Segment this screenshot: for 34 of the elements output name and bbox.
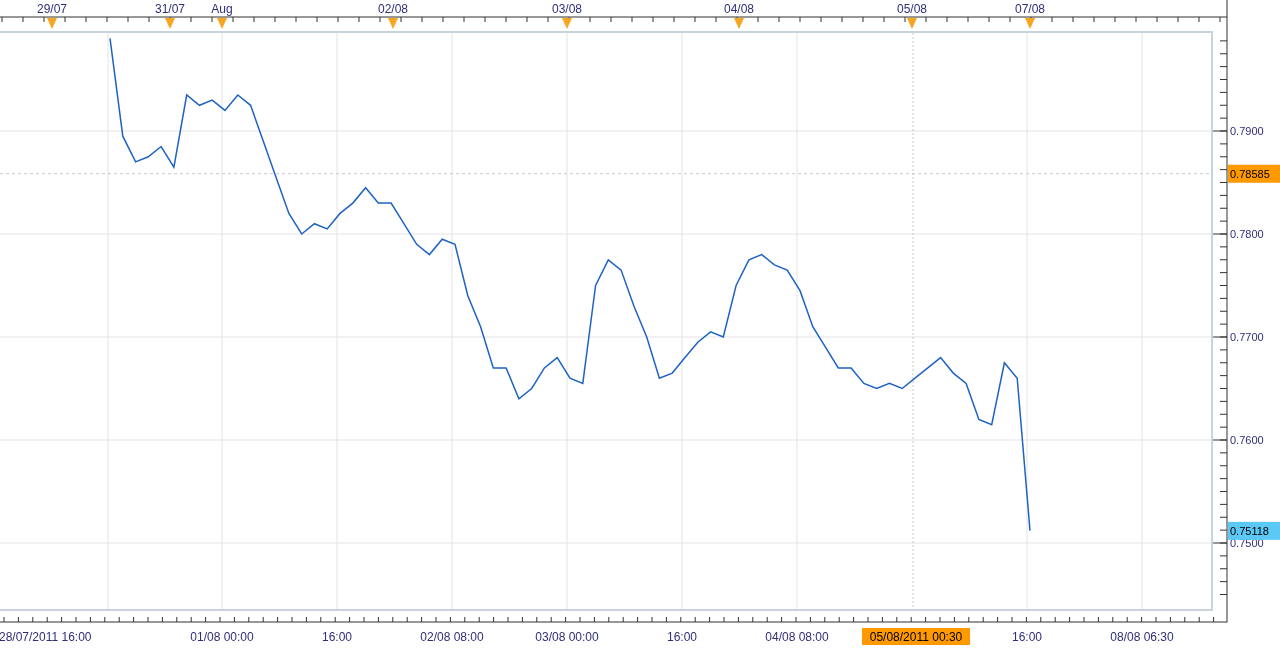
time-tick-label: 28/07/2011 16:00 (0, 630, 92, 644)
time-tick-label: 04/08 08:00 (765, 630, 829, 644)
time-tick-label: 16:00 (667, 630, 697, 644)
date-marker-label: 07/08 (1015, 2, 1045, 16)
price-tick-label: 0.7800 (1230, 228, 1264, 240)
price-tick-label: 0.7600 (1230, 434, 1264, 446)
triangle-marker-icon (388, 18, 398, 29)
time-tick-label: 03/08 00:00 (535, 630, 599, 644)
time-tick-label: 16:00 (322, 630, 352, 644)
time-tick-label: 16:00 (1012, 630, 1042, 644)
price-tick-label: 0.7500 (1230, 537, 1264, 549)
date-marker-label: Aug (211, 2, 233, 16)
time-tick-label: 02/08 08:00 (420, 630, 484, 644)
triangle-marker-icon (217, 18, 227, 29)
ref-line-label: 0.78585 (1230, 167, 1270, 180)
triangle-marker-icon (907, 18, 917, 29)
date-marker-label: 02/08 (378, 2, 408, 16)
triangle-marker-icon (47, 18, 57, 29)
price-tick-label: 0.7900 (1230, 125, 1264, 137)
triangle-marker-icon (562, 18, 572, 29)
time-tick-label: 08/08 06:30 (1110, 630, 1174, 644)
date-marker-label: 05/08 (897, 2, 927, 16)
time-tick-label: 01/08 00:00 (190, 630, 254, 644)
last-price-label: 0.75118 (1228, 521, 1280, 540)
crosshair-time-label: 05/08/2011 00:30 (862, 628, 970, 645)
triangle-marker-icon (165, 18, 175, 29)
date-marker-label: 29/07 (37, 2, 67, 16)
date-marker-label: 04/08 (724, 2, 754, 16)
date-marker-label: 31/07 (155, 2, 185, 16)
crosshair-price-label: 0.78585 (1228, 164, 1280, 183)
triangle-marker-icon (1025, 18, 1035, 29)
price-tick-label: 0.7700 (1230, 331, 1264, 343)
date-marker-label: 03/08 (552, 2, 582, 16)
triangle-marker-icon (734, 18, 744, 29)
